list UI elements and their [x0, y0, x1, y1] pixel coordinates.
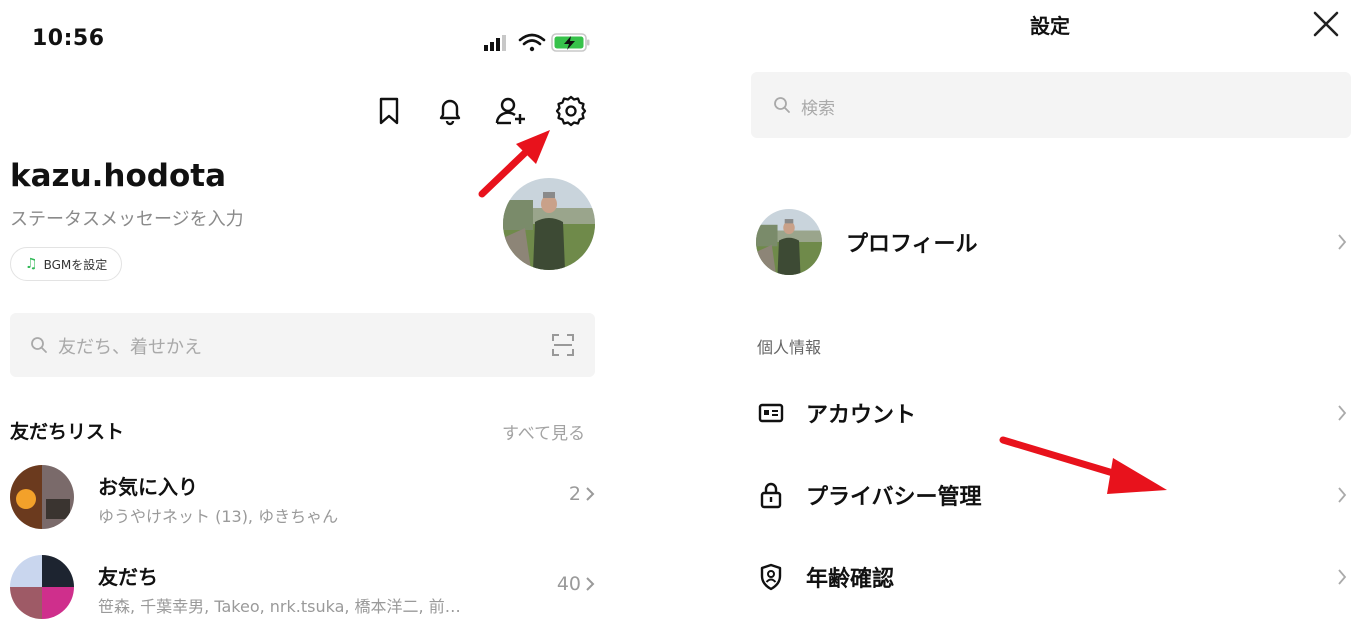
chevron-right-icon: [1338, 234, 1347, 250]
group-count: 2: [569, 483, 595, 505]
settings-search-bar[interactable]: 検索: [751, 72, 1351, 138]
battery-charging-icon: [551, 33, 590, 52]
age-shield-icon: [756, 562, 786, 592]
friend-group-row[interactable]: お気に入り ゆうやけネット (13), ゆきちゃん 2: [10, 465, 595, 531]
add-friend-icon[interactable]: [494, 95, 526, 127]
status-message-field[interactable]: ステータスメッセージを入力: [10, 205, 244, 231]
gear-icon[interactable]: [555, 95, 587, 127]
music-note-icon: ♫: [25, 256, 38, 272]
search-icon: [774, 97, 790, 113]
wifi-icon: [518, 33, 546, 52]
settings-title: 設定: [1030, 14, 1070, 38]
qr-scan-icon[interactable]: [551, 333, 575, 357]
settings-item-label: アカウント: [806, 403, 917, 428]
signal-icon: [484, 35, 506, 51]
settings-item-label: プロフィール: [846, 232, 978, 257]
friend-search-bar[interactable]: 友だち、着せかえ: [10, 313, 595, 377]
settings-item-label: プライバシー管理: [806, 485, 982, 510]
group-count: 40: [557, 573, 595, 595]
friend-group-row[interactable]: 友だち 笹森, 千葉幸男, Takeo, nrk.tsuka, 橋本洋二, 前……: [10, 555, 595, 621]
bell-icon[interactable]: [434, 95, 466, 127]
status-indicators: [482, 30, 594, 56]
group-count-value: 40: [556, 573, 581, 595]
group-members: 笹森, 千葉幸男, Takeo, nrk.tsuka, 橋本洋二, 前…: [98, 597, 461, 616]
search-icon: [31, 337, 47, 353]
chevron-right-icon: [1338, 487, 1347, 503]
status-time: 10:56: [32, 26, 105, 51]
id-card-icon: [756, 398, 786, 428]
profile-avatar-small: [756, 209, 822, 275]
settings-item-privacy[interactable]: プライバシー管理: [756, 465, 1351, 525]
settings-item-account[interactable]: アカウント: [756, 383, 1351, 443]
chevron-right-icon: [586, 577, 595, 591]
settings-search-placeholder: 検索: [801, 99, 835, 119]
profile-avatar[interactable]: [503, 178, 595, 270]
friend-search-placeholder: 友だち、着せかえ: [58, 337, 202, 358]
group-name: 友だち: [98, 565, 158, 589]
group-name: お気に入り: [98, 475, 198, 499]
group-count-value: 2: [568, 483, 581, 505]
friends-list-title: 友だちリスト: [10, 421, 125, 443]
bgm-button[interactable]: ♫ BGMを設定: [10, 247, 123, 281]
bookmark-icon[interactable]: [373, 95, 405, 127]
profile-username: kazu.hodota: [10, 158, 227, 194]
settings-item-age-verification[interactable]: 年齢確認: [756, 547, 1351, 607]
friends-avatar: [10, 555, 74, 619]
group-members: ゆうやけネット (13), ゆきちゃん: [98, 507, 339, 526]
chevron-right-icon: [1338, 569, 1347, 585]
close-icon[interactable]: [1312, 10, 1340, 38]
lock-icon: [756, 480, 786, 510]
settings-item-label: 年齢確認: [806, 567, 895, 592]
favorites-avatar: [10, 465, 74, 529]
see-all-link[interactable]: すべて見る: [502, 419, 585, 444]
chevron-right-icon: [1338, 405, 1347, 421]
chevron-right-icon: [586, 487, 595, 501]
bgm-label: BGMを設定: [43, 257, 108, 272]
settings-item-profile[interactable]: プロフィール: [756, 208, 1351, 276]
personal-info-section-label: 個人情報: [757, 338, 822, 357]
